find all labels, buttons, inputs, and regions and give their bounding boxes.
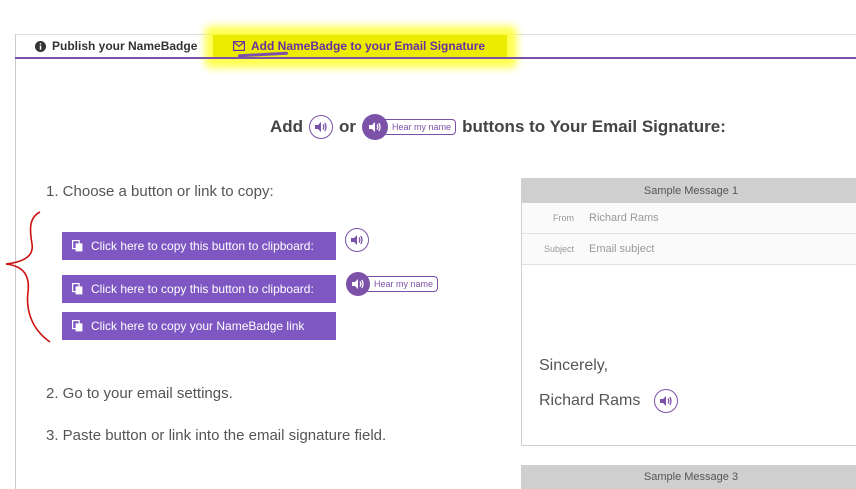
page-headline: Add or Hear my name buttons to Your Emai… [270, 113, 726, 141]
hear-my-name-preview: Hear my name [346, 272, 439, 296]
tab-publish-label: Publish your NameBadge [52, 39, 198, 53]
hear-my-name-sample: Hear my name [362, 114, 457, 140]
headline-rest: buttons to Your Email Signature: [462, 117, 726, 136]
signature-speaker-button[interactable] [654, 389, 679, 413]
tab-underline [15, 57, 856, 59]
speaker-icon [345, 228, 369, 252]
speaker-button-preview [345, 228, 369, 252]
from-label: From [553, 213, 574, 223]
headline-or: or [339, 117, 357, 136]
hear-my-name-label: Hear my name [366, 276, 439, 292]
speaker-icon [346, 272, 370, 296]
speaker-button-sample [309, 115, 334, 139]
sample-subject-row: Subject Email subject [522, 234, 856, 265]
subject-label: Subject [543, 244, 574, 254]
sample-message-3-header: Sample Message 3 [521, 465, 856, 489]
copy-button-speaker[interactable]: Click here to copy this button to clipbo… [62, 232, 336, 260]
copy-button-hear-my-name[interactable]: Click here to copy this button to clipbo… [62, 275, 336, 303]
info-circle-icon [35, 40, 46, 52]
step-1-text: 1. Choose a button or link to copy: [46, 183, 274, 200]
tab-bar: Publish your NameBadge Add NameBadge to … [15, 35, 856, 57]
annotation-brace [5, 211, 51, 343]
hear-my-name-label: Hear my name [384, 119, 457, 135]
signature-name-line: Richard Rams [539, 389, 679, 413]
copy-icon [72, 240, 83, 252]
copy-icon [72, 283, 83, 295]
copy-button-speaker-label: Click here to copy this button to clipbo… [91, 239, 314, 253]
signature-name: Richard Rams [539, 392, 641, 409]
copy-button-hear-label: Click here to copy this button to clipbo… [91, 282, 314, 296]
copy-icon [72, 320, 83, 332]
copy-link-button[interactable]: Click here to copy your NameBadge link [62, 312, 336, 340]
step-3-text: 3. Paste button or link into the email s… [46, 427, 387, 444]
speaker-icon [362, 114, 389, 140]
copy-link-label: Click here to copy your NameBadge link [91, 319, 305, 333]
envelope-icon [233, 41, 245, 51]
sample-from-row: From Richard Rams [522, 203, 856, 234]
subject-value: Email subject [589, 243, 655, 255]
signature-closing: Sincerely, [539, 357, 609, 374]
sample-message-title: Sample Message 1 [522, 179, 856, 203]
tab-publish-namebadge[interactable]: Publish your NameBadge [35, 35, 197, 57]
step-2-text: 2. Go to your email settings. [46, 385, 233, 402]
sample-message-panel: Sample Message 1 From Richard Rams Subje… [521, 178, 856, 446]
from-value: Richard Rams [589, 212, 659, 224]
headline-add: Add [270, 117, 304, 136]
